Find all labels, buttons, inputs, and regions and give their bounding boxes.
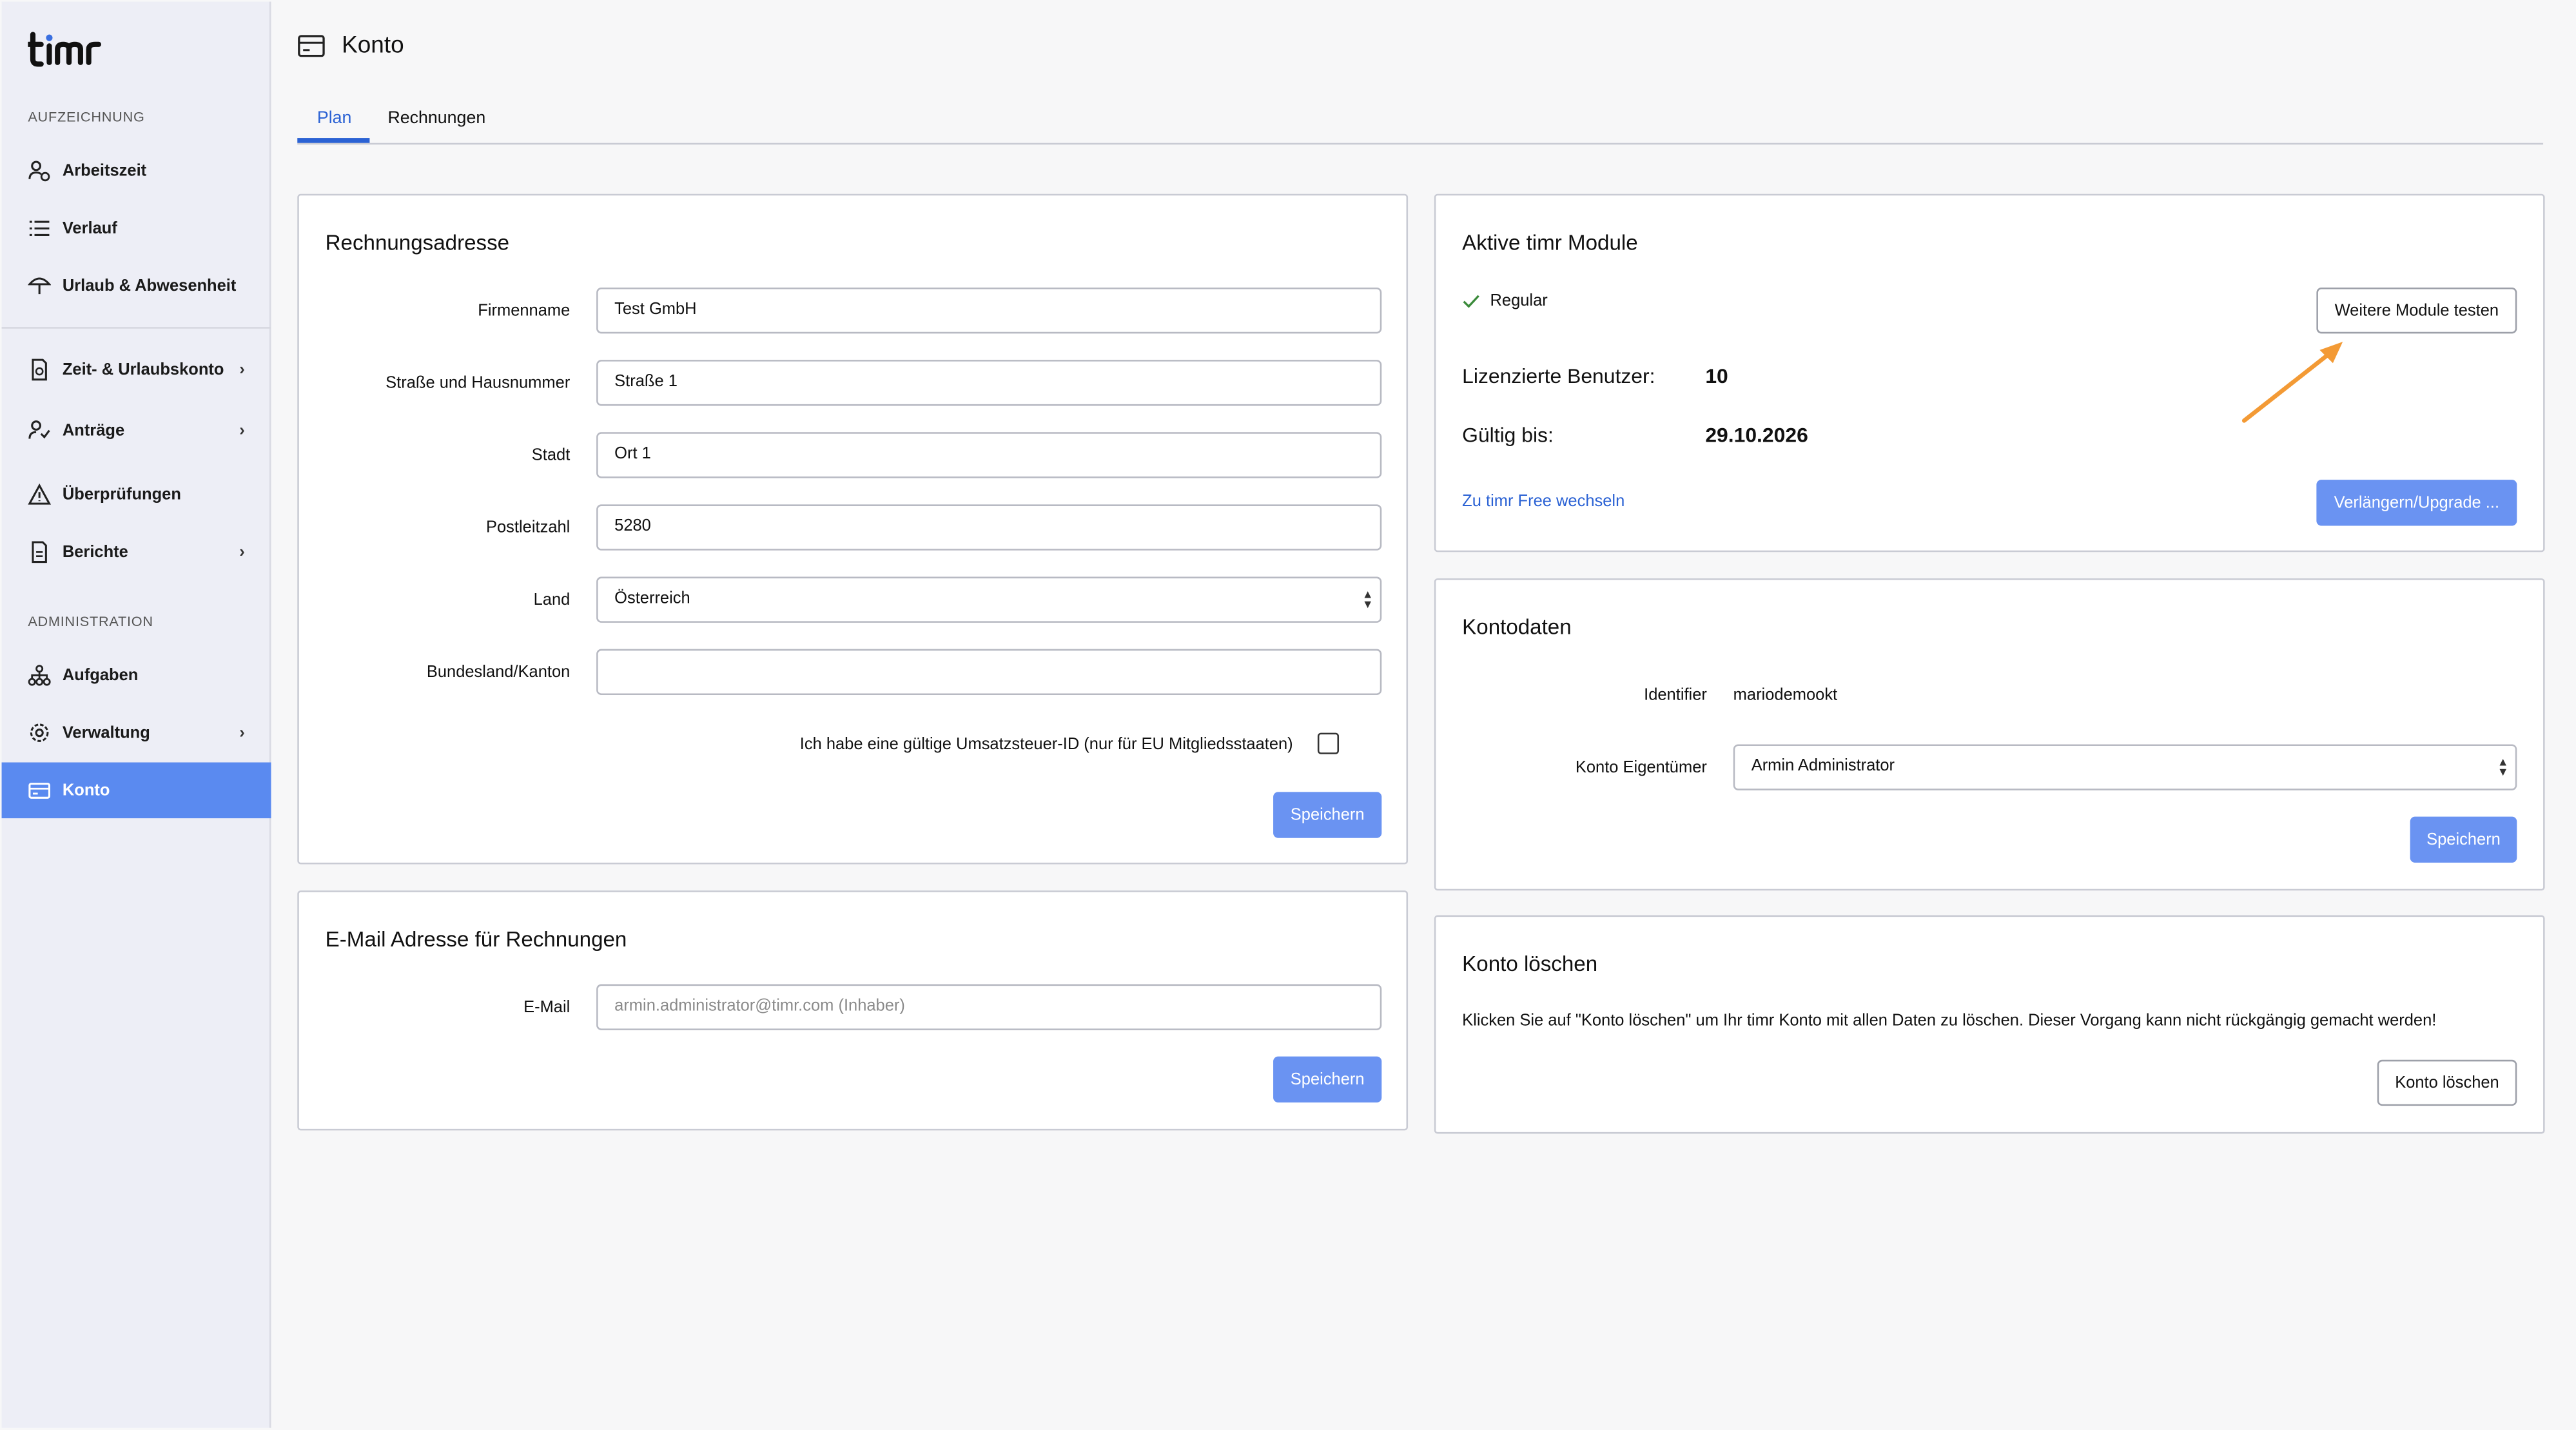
valid-until-value: 29.10.2026 (1705, 424, 1808, 447)
delete-description: Klicken Sie auf "Konto löschen" um Ihr t… (1462, 1012, 2437, 1030)
billing-email-card: E-Mail Adresse für Rechnungen E-Mail arm… (297, 890, 1409, 1131)
city-label: Stadt (531, 447, 571, 465)
hierarchy-icon (28, 664, 51, 687)
state-label: Bundesland/Kanton (426, 663, 571, 682)
country-select-value: Österreich (614, 589, 690, 608)
sidebar-item-berichte[interactable]: Berichte › (2, 524, 271, 580)
plan-row: Regular (1462, 293, 1548, 311)
account-save-button[interactable]: Speichern (2410, 816, 2517, 863)
switch-free-link[interactable]: Zu timr Free wechseln (1462, 493, 1625, 511)
section-label-admin: ADMINISTRATION (28, 612, 153, 630)
sidebar-item-label: Konto (62, 781, 110, 799)
sidebar-item-label: Überprüfungen (62, 485, 181, 504)
sidebar-item-label: Aufgaben (62, 666, 139, 685)
card-title: Aktive timr Module (1462, 230, 1638, 255)
identifier-label: Identifier (1644, 687, 1707, 705)
licensed-users-value: 10 (1705, 364, 1728, 388)
page-title: Konto (297, 33, 404, 59)
plan-name: Regular (1490, 292, 1548, 311)
select-arrows-icon: ▲ ▼ (1361, 589, 1374, 612)
umbrella-icon (28, 275, 52, 298)
sidebar-item-verwaltung[interactable]: Verwaltung › (2, 705, 271, 761)
card-title: Konto löschen (1462, 951, 1598, 976)
owner-select-value: Armin Administrator (1751, 757, 1895, 776)
warning-icon (28, 483, 52, 506)
sidebar-item-urlaub[interactable]: Urlaub & Abwesenheit (2, 258, 271, 314)
sidebar-item-ueberpruefungen[interactable]: Überprüfungen (2, 467, 271, 523)
upgrade-button[interactable]: Verlängern/Upgrade ... (2316, 480, 2517, 526)
billing-save-button[interactable]: Speichern (1273, 792, 1382, 838)
account-data-card: Kontodaten Identifier mariodemookt Konto… (1434, 578, 2545, 891)
zip-label: Postleitzahl (485, 519, 571, 538)
card-title: E-Mail Adresse für Rechnungen (325, 926, 627, 952)
chevron-right-icon: › (239, 360, 245, 379)
sidebar-item-konto[interactable]: Konto (1, 762, 271, 819)
user-clock-icon (28, 159, 51, 182)
user-check-icon (28, 419, 51, 442)
licensed-users-label: Lizenzierte Benutzer: (1462, 364, 1655, 388)
sidebar-item-label: Urlaub & Abwesenheit (62, 277, 237, 295)
identifier-value: mariodemookt (1733, 687, 1838, 705)
timr-logo-mark (26, 32, 101, 67)
annotation-arrow-icon (2241, 342, 2343, 423)
city-input[interactable]: Ort 1 (596, 432, 1382, 478)
sidebar-item-antraege[interactable]: Anträge › (2, 402, 271, 458)
street-label: Straße und Hausnummer (385, 375, 571, 393)
sidebar-divider (1, 327, 271, 329)
sidebar-item-aufgaben[interactable]: Aufgaben (2, 647, 271, 703)
street-input[interactable]: Straße 1 (596, 360, 1382, 406)
main-content: Konto Plan Rechnungen Rechnungsadresse F… (273, 0, 2576, 1429)
document-clock-icon (28, 358, 51, 382)
list-icon (28, 217, 51, 240)
email-input[interactable]: armin.administrator@timr.com (Inhaber) (596, 984, 1382, 1030)
active-modules-card: Aktive timr Module Regular Weitere Modul… (1434, 193, 2545, 553)
tab-rechnungen[interactable]: Rechnungen (387, 108, 485, 128)
sidebar: timr AUFZEICHNUNG Arbeitszeit Verlauf Ur… (1, 1, 271, 1428)
sidebar-item-zeitkonto[interactable]: Zeit- & Urlaubskonto › (2, 342, 271, 398)
card-icon (298, 35, 325, 57)
select-arrows-icon: ▲ ▼ (2497, 757, 2509, 779)
valid-until-label: Gültig bis: (1462, 424, 1554, 447)
sidebar-item-label: Anträge (62, 421, 125, 440)
company-label: Firmenname (478, 302, 571, 320)
owner-label: Konto Eigentümer (1575, 759, 1707, 778)
report-icon (28, 540, 51, 563)
card-title: Rechnungsadresse (325, 230, 510, 255)
sidebar-item-label: Zeit- & Urlaubskonto (62, 360, 224, 379)
page-title-text: Konto (342, 32, 404, 59)
state-input[interactable] (596, 649, 1382, 696)
gear-icon (28, 721, 51, 745)
vat-checkbox-label: Ich habe eine gültige Umsatzsteuer-ID (n… (799, 736, 1293, 754)
try-modules-button[interactable]: Weitere Module testen (2316, 287, 2517, 334)
delete-account-card: Konto löschen Klicken Sie auf "Konto lös… (1434, 915, 2545, 1134)
active-tab-indicator (297, 138, 370, 143)
sidebar-item-label: Verwaltung (62, 723, 150, 742)
tab-plan[interactable]: Plan (317, 108, 352, 128)
country-label: Land (533, 591, 571, 610)
country-select[interactable]: Österreich ▲ ▼ (596, 576, 1382, 623)
card-icon (28, 779, 51, 802)
chevron-right-icon: › (239, 723, 245, 742)
chevron-right-icon: › (239, 543, 245, 562)
billing-address-card: Rechnungsadresse Firmenname Test GmbH St… (297, 193, 1409, 865)
sidebar-item-label: Verlauf (62, 219, 117, 238)
timr-logo[interactable]: timr (26, 30, 110, 79)
owner-select[interactable]: Armin Administrator ▲ ▼ (1733, 744, 2517, 790)
company-input[interactable]: Test GmbH (596, 287, 1382, 334)
zip-input[interactable]: 5280 (596, 504, 1382, 551)
email-label: E-Mail (523, 999, 571, 1017)
section-label-recording: AUFZEICHNUNG (28, 108, 145, 125)
delete-account-button[interactable]: Konto löschen (2377, 1059, 2517, 1106)
sidebar-item-verlauf[interactable]: Verlauf (2, 201, 271, 257)
sidebar-item-label: Arbeitszeit (62, 162, 147, 181)
vat-checkbox[interactable] (1317, 732, 1340, 754)
chevron-right-icon: › (239, 421, 245, 440)
sidebar-item-arbeitszeit[interactable]: Arbeitszeit (2, 143, 271, 199)
sidebar-item-label: Berichte (62, 543, 128, 562)
card-title: Kontodaten (1462, 614, 1572, 640)
checkmark-icon (1463, 295, 1479, 308)
email-save-button[interactable]: Speichern (1273, 1056, 1382, 1103)
tab-bar: Plan Rechnungen (297, 95, 2544, 145)
